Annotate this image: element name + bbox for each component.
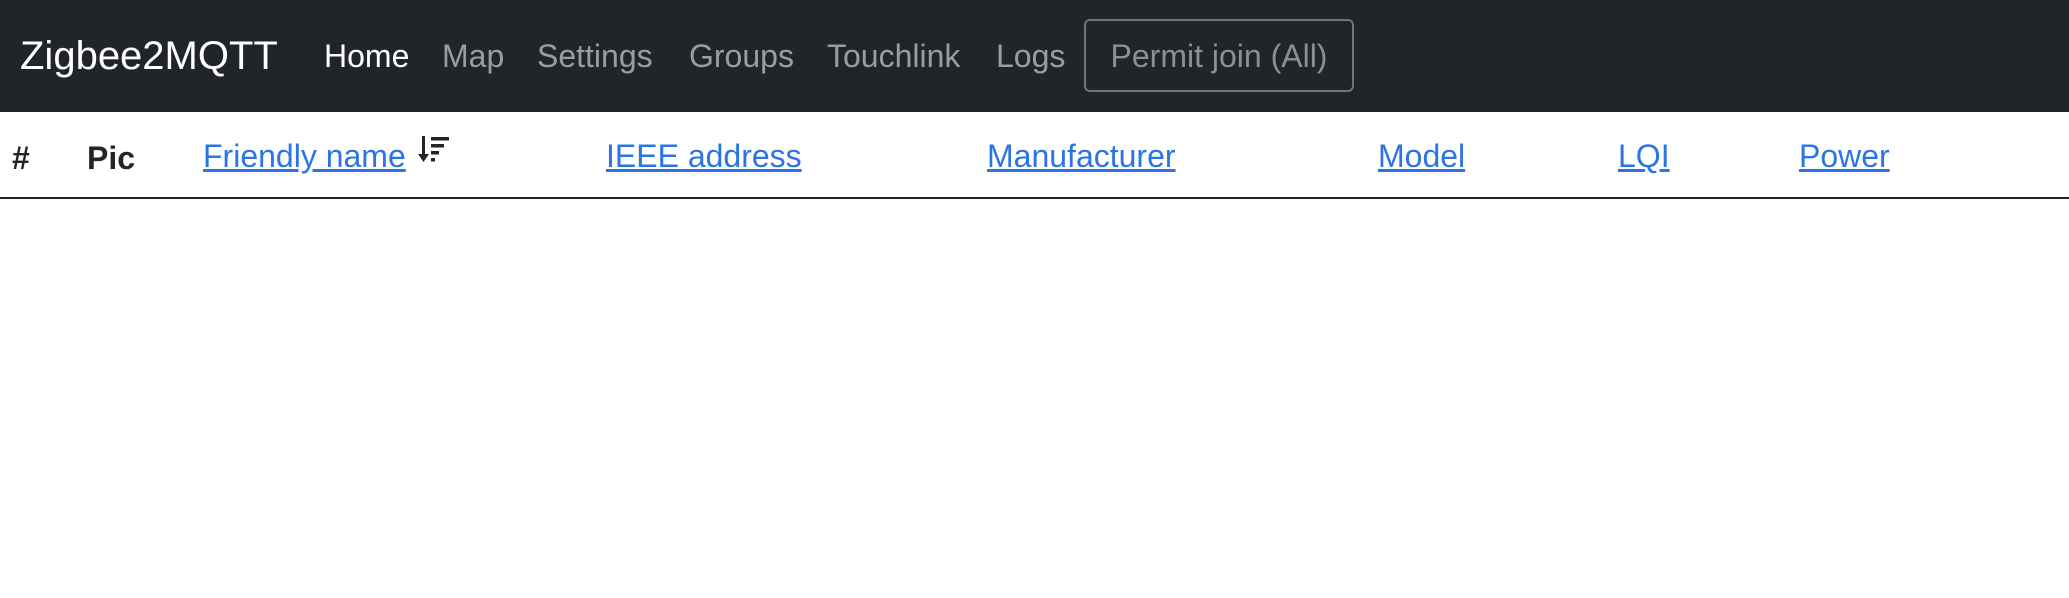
permit-join-button[interactable]: Permit join (All): [1084, 19, 1354, 92]
devices-table-header: # Pic Friendly name IEEE address Manufac…: [0, 112, 2069, 199]
column-header-pic: Pic: [87, 140, 136, 176]
column-header-lqi[interactable]: LQI: [1618, 136, 1670, 176]
nav-link-touchlink[interactable]: Touchlink: [827, 36, 960, 76]
column-header-model[interactable]: Model: [1378, 136, 1465, 176]
brand-logo-text[interactable]: Zigbee2MQTT: [20, 28, 278, 84]
sort-descending-icon[interactable]: [418, 134, 452, 168]
column-header-ieee-address[interactable]: IEEE address: [606, 136, 802, 176]
top-navbar: Zigbee2MQTT Home Map Settings Groups Tou…: [0, 0, 2069, 112]
nav-link-map[interactable]: Map: [442, 36, 504, 76]
column-header-manufacturer[interactable]: Manufacturer: [987, 136, 1176, 176]
nav-link-settings[interactable]: Settings: [537, 36, 653, 76]
nav-link-groups[interactable]: Groups: [689, 36, 794, 76]
column-header-index: #: [12, 140, 30, 176]
column-header-power[interactable]: Power: [1799, 136, 1890, 176]
nav-link-logs[interactable]: Logs: [996, 36, 1065, 76]
nav-link-home[interactable]: Home: [324, 36, 409, 76]
column-header-friendly-name[interactable]: Friendly name: [203, 136, 406, 176]
